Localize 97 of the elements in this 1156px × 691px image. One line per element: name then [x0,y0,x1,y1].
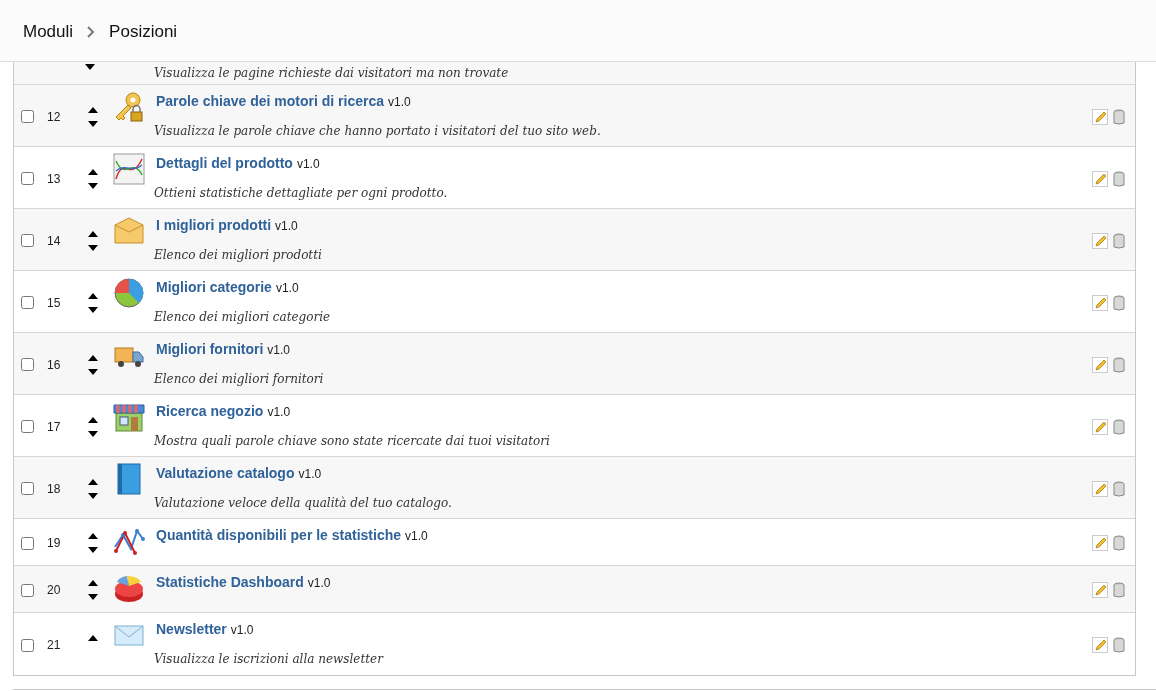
module-name-link[interactable]: Dettagli del prodotto [156,153,293,174]
trash-can-icon[interactable] [1113,232,1125,249]
module-name-link[interactable]: Statistiche Dashboard [156,572,304,593]
row-checkbox[interactable] [21,638,34,652]
move-down-arrow[interactable] [87,546,99,554]
move-up-arrow[interactable] [87,532,99,540]
move-up-arrow[interactable] [87,579,99,587]
trash-can-icon[interactable] [1113,294,1125,311]
move-up-arrow[interactable] [87,167,99,176]
module-name-link[interactable]: Quantità disponibili per le statistiche [156,525,402,546]
row-checkbox[interactable] [21,583,34,597]
module-version: v1.0 [388,94,411,111]
move-down-arrow[interactable] [87,181,99,190]
module-description: Visualizza le iscrizioni alla newsletter [154,651,385,668]
row-checkbox[interactable] [21,234,34,247]
breadcrumb-link[interactable]: Moduli [23,18,74,45]
move-down-arrow[interactable] [87,491,99,500]
trash-can-icon[interactable] [1113,418,1125,435]
edit-pencil-icon[interactable] [1092,356,1108,373]
pie-chart-icon [113,277,145,309]
module-description: Mostra quali parole chiave sono state ricercate dai tuoi visitatori [154,433,551,450]
row-checkbox[interactable] [21,420,34,433]
position-number: 18 [47,480,62,498]
module-name-link[interactable]: Ricerca negozio [156,401,264,422]
module-version: v1.0 [267,342,290,359]
position-number: 13 [47,170,62,188]
module-name-link[interactable]: Parole chiave dei motori di ricerca [156,91,384,112]
trash-can-icon[interactable] [1113,356,1125,373]
module-version: v1.0 [298,466,322,483]
move-down-arrow[interactable] [84,63,96,71]
row-checkbox[interactable] [21,172,34,185]
move-down-arrow[interactable] [87,243,99,252]
position-number: 17 [47,418,62,436]
edit-pencil-icon[interactable] [1092,480,1108,497]
move-up-arrow[interactable] [87,415,99,424]
position-number: 12 [47,108,62,126]
trash-can-icon[interactable] [1113,170,1125,187]
module-name-link[interactable]: I migliori prodotti [156,215,272,236]
move-up-arrow[interactable] [87,477,99,486]
line-chart-icon [113,153,145,185]
move-up-arrow[interactable] [87,634,99,642]
row-checkbox[interactable] [21,358,34,371]
row-checkbox[interactable] [21,110,34,123]
row-checkbox[interactable] [21,536,34,550]
module-name-link[interactable]: Newsletter [156,619,227,640]
move-down-arrow[interactable] [87,119,99,128]
box-icon [113,215,145,247]
move-up-arrow[interactable] [87,291,99,300]
module-version: v1.0 [275,280,299,297]
module-version: v1.0 [267,404,291,421]
move-down-arrow[interactable] [87,305,99,314]
chevron-right-icon [87,25,96,38]
edit-pencil-icon[interactable] [1092,232,1108,249]
trash-can-icon[interactable] [1113,480,1125,497]
trash-can-icon[interactable] [1113,582,1125,598]
edit-pencil-icon[interactable] [1092,170,1108,187]
position-number: 19 [47,535,62,552]
key-with-padlock-icon [113,91,145,123]
position-number: 16 [47,356,62,374]
position-number: 15 [47,294,62,312]
module-name-link[interactable]: Valutazione catalogo [156,463,295,484]
edit-pencil-icon[interactable] [1092,637,1108,653]
module-version: v1.0 [296,156,320,173]
row-checkbox[interactable] [21,482,34,495]
trash-can-icon[interactable] [1113,637,1125,653]
edit-pencil-icon[interactable] [1092,108,1108,125]
position-number: 21 [47,637,62,654]
module-description: Elenco dei migliori categorie [154,309,332,326]
module-description: Ottieni statistiche dettagliate per ogni prodotto. [154,185,449,202]
module-version: v1.0 [405,528,428,545]
module-description: Valutazione veloce della qualità del tuo catalogo. [154,495,453,512]
move-up-arrow[interactable] [87,229,99,238]
shop-front-icon [113,401,145,433]
module-description: Visualizza le parole chiave che hanno portato i visitatori del tuo sito web. [154,123,602,140]
position-number: 14 [47,232,62,250]
move-up-arrow[interactable] [87,105,99,114]
page-title: Posizioni [109,20,178,43]
trash-can-icon[interactable] [1113,535,1125,551]
move-down-arrow[interactable] [87,429,99,438]
module-description: Elenco dei migliori prodotti [154,247,323,264]
trash-can-icon[interactable] [1113,108,1125,125]
module-version: v1.0 [230,622,254,639]
row-checkbox[interactable] [21,296,34,309]
edit-pencil-icon[interactable] [1092,535,1108,551]
edit-pencil-icon[interactable] [1092,294,1108,311]
edit-pencil-icon[interactable] [1092,582,1108,598]
module-description: Elenco dei migliori fornitori [154,371,325,388]
move-up-arrow[interactable] [87,353,99,362]
module-version: v1.0 [307,575,331,592]
module-version: v1.0 [275,218,298,235]
move-down-arrow[interactable] [87,367,99,376]
module-description: Visualizza le pagine richieste dai visitatori ma non trovate [154,65,509,82]
move-down-arrow[interactable] [87,593,99,601]
position-number: 20 [47,582,62,599]
module-name-link[interactable]: Migliori categorie [156,277,272,298]
edit-pencil-icon[interactable] [1092,418,1108,435]
module-name-link[interactable]: Migliori fornitori [156,339,264,360]
